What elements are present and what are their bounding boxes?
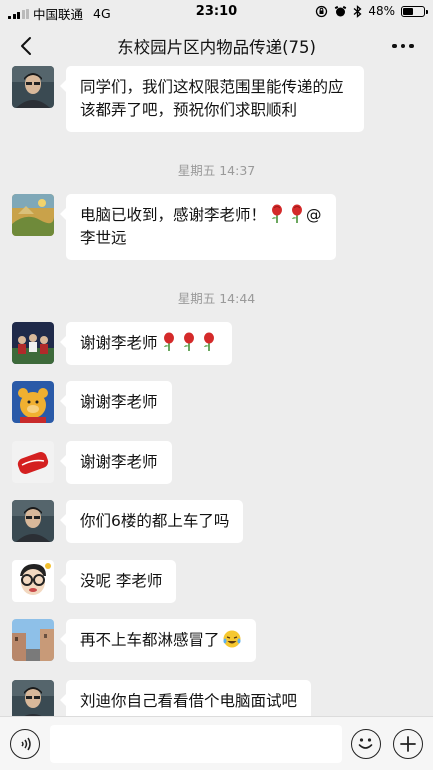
input-bar	[0, 716, 433, 770]
message-bubble[interactable]: 同学们，我们这权限范围里能传递的应该都弄了吧，预祝你们求职顺利	[60, 66, 364, 132]
avatar[interactable]	[12, 500, 54, 542]
plus-icon	[400, 736, 416, 752]
message-row: 谢谢李老师	[12, 441, 172, 484]
message-row: 谢谢李老师	[12, 322, 232, 365]
more-dot	[409, 43, 414, 49]
rose-emoji-icon	[272, 204, 283, 223]
message-row: 同学们，我们这权限范围里能传递的应该都弄了吧，预祝你们求职顺利	[12, 66, 364, 132]
message-row: 没呢 李老师	[12, 560, 177, 603]
street-photo-avatar-icon	[12, 619, 54, 661]
avatar[interactable]	[12, 66, 54, 108]
more-dot	[400, 43, 406, 49]
painting-avatar-icon	[12, 194, 54, 236]
battery-level	[403, 7, 413, 15]
man-portrait-avatar-icon	[12, 66, 54, 108]
plus-button[interactable]	[393, 729, 423, 759]
avatar[interactable]	[12, 322, 54, 364]
laugh-cry-emoji-icon	[223, 630, 241, 648]
message-row: 你们6楼的都上车了吗	[12, 500, 244, 543]
message-input[interactable]	[50, 725, 342, 763]
coca-cola-can-avatar-icon	[12, 441, 54, 483]
sports-team-avatar-icon	[12, 322, 54, 364]
bluetooth-icon	[353, 4, 362, 18]
avatar[interactable]	[12, 381, 54, 423]
emoji-button[interactable]	[351, 729, 381, 759]
winnie-the-pooh-avatar-icon	[12, 381, 54, 423]
message-text: 再不上车都淋感冒了	[80, 631, 220, 649]
more-dots-icon	[392, 43, 397, 49]
emoji-icon	[358, 738, 373, 749]
chevron-left-icon	[21, 37, 31, 55]
cartoon-glasses-avatar-icon	[12, 560, 54, 602]
message-row: 电脑已收到，感谢李老师！ @李世远	[12, 194, 336, 260]
message-bubble[interactable]: 谢谢李老师	[60, 381, 172, 424]
rose-emoji-icon	[203, 332, 214, 351]
message-bubble[interactable]: 谢谢李老师	[60, 322, 232, 365]
voice-button[interactable]	[10, 729, 40, 759]
avatar[interactable]	[12, 619, 54, 661]
message-text: 谢谢李老师	[80, 453, 158, 471]
message-bubble[interactable]: 再不上车都淋感冒了	[60, 619, 256, 662]
avatar[interactable]	[12, 560, 54, 602]
rose-emoji-icon	[292, 204, 303, 223]
rotation-lock-icon	[316, 5, 328, 17]
timestamp: 星期五 14:37	[177, 163, 256, 178]
man-portrait-avatar-icon	[12, 500, 54, 542]
status-bar: 中国联通 4G 23:10 48%	[0, 0, 433, 24]
message-text: 没呢 李老师	[80, 572, 163, 590]
message-bubble[interactable]: 电脑已收到，感谢李老师！ @李世远	[60, 194, 336, 260]
voice-icon	[21, 737, 31, 751]
rose-emoji-icon	[163, 332, 174, 351]
chat-title: 东校园片区内物品传递(75)	[117, 38, 316, 57]
message-text: 你们6楼的都上车了吗	[80, 512, 230, 530]
chat-header: 东校园片区内物品传递(75)	[0, 24, 433, 68]
battery-percent: 48%	[368, 4, 395, 18]
avatar[interactable]	[12, 194, 54, 236]
message-row: 谢谢李老师	[12, 381, 172, 424]
battery-icon	[401, 5, 428, 17]
message-text: 刘迪你自己看看借个电脑面试吧	[80, 692, 298, 710]
rose-emoji-icon	[183, 332, 194, 351]
message-bubble[interactable]: 谢谢李老师	[60, 441, 172, 484]
alarm-icon	[335, 5, 347, 16]
more-button[interactable]	[389, 36, 417, 56]
avatar[interactable]	[12, 441, 54, 483]
timestamp: 星期五 14:44	[177, 291, 256, 306]
message-text: 电脑已收到，感谢李老师！	[80, 206, 267, 224]
message-text: 谢谢李老师	[80, 334, 158, 352]
message-row: 再不上车都淋感冒了	[12, 619, 256, 662]
message-text: 谢谢李老师	[80, 393, 158, 411]
message-bubble[interactable]: 你们6楼的都上车了吗	[59, 500, 244, 543]
back-button[interactable]	[12, 32, 40, 60]
message-text: 同学们，我们这权限范围里能传递的应该都弄了吧，预祝你们求职顺利	[80, 78, 344, 119]
status-right: 48%	[315, 4, 428, 18]
message-bubble[interactable]: 没呢 李老师	[59, 560, 177, 603]
